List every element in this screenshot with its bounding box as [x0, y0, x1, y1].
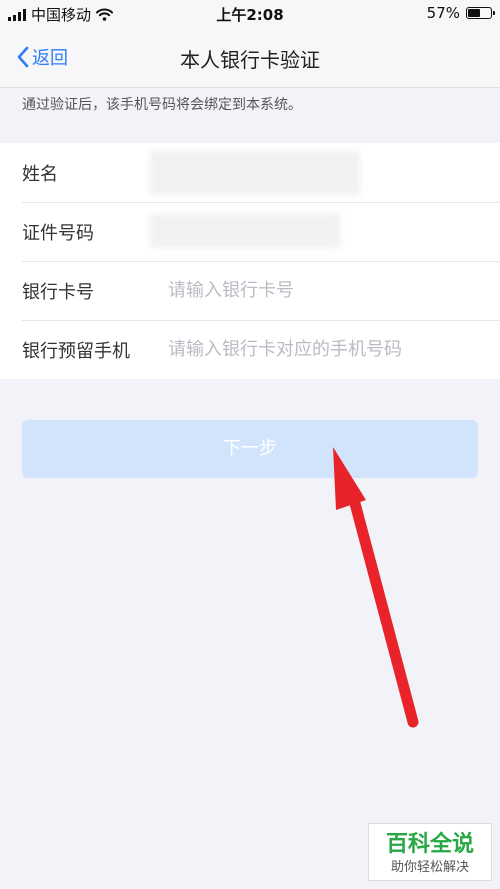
watermark-subtitle: 助你轻松解决	[390, 860, 469, 875]
watermark-title: 百科全说	[385, 832, 474, 857]
red-arrow-annotation	[333, 447, 419, 728]
watermark-logo: 百科全说 助你轻松解决	[368, 823, 492, 881]
